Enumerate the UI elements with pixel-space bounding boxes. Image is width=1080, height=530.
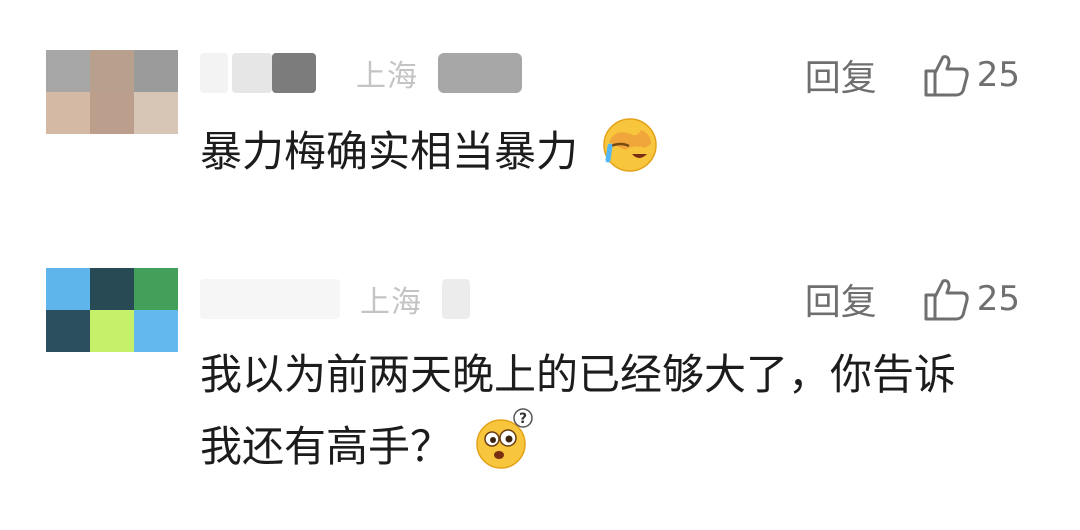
username-row: 上海 [200,48,522,98]
surprised-question-emoji: ? [475,408,537,491]
blurred-info [442,279,470,319]
like-count: 25 [976,55,1020,95]
comment-actions: 回复 25 [805,274,1020,324]
username-blurred[interactable] [200,53,228,93]
comment-item: 上海 回复 25 我以为前两天晚上的已经够大了，你告诉 我还有高手？ ? [0,250,1080,530]
comment-text-line: 我还有高手？ ? [200,408,1020,491]
reply-button[interactable]: 回复 [805,49,877,101]
blurred-info [438,53,522,93]
avatar[interactable] [46,50,178,134]
comment-text: 暴力梅确实相当暴力 [200,116,1020,193]
face-palm-laughing-emoji [601,116,659,193]
comment-text: 我以为前两天晚上的已经够大了，你告诉 我还有高手？ ? [200,342,1020,491]
like-count: 25 [976,279,1020,319]
location-label: 上海 [356,59,418,94]
reply-button[interactable]: 回复 [805,273,877,325]
avatar[interactable] [46,268,178,352]
thumbs-up-icon [924,279,969,321]
comment-actions: 回复 25 [805,50,1020,100]
location-label: 上海 [360,285,422,320]
comment-text-line: 我以为前两天晚上的已经够大了，你告诉 [200,350,957,399]
username-row: 上海 [200,274,470,324]
thumbs-up-icon [924,55,969,97]
like-button[interactable]: 25 [923,51,1020,99]
like-button[interactable]: 25 [923,275,1020,323]
svg-text:?: ? [519,411,527,427]
comment-item: 上海 回复 25 暴力梅确实相当暴力 [0,0,1080,250]
username-blurred[interactable] [200,279,340,319]
